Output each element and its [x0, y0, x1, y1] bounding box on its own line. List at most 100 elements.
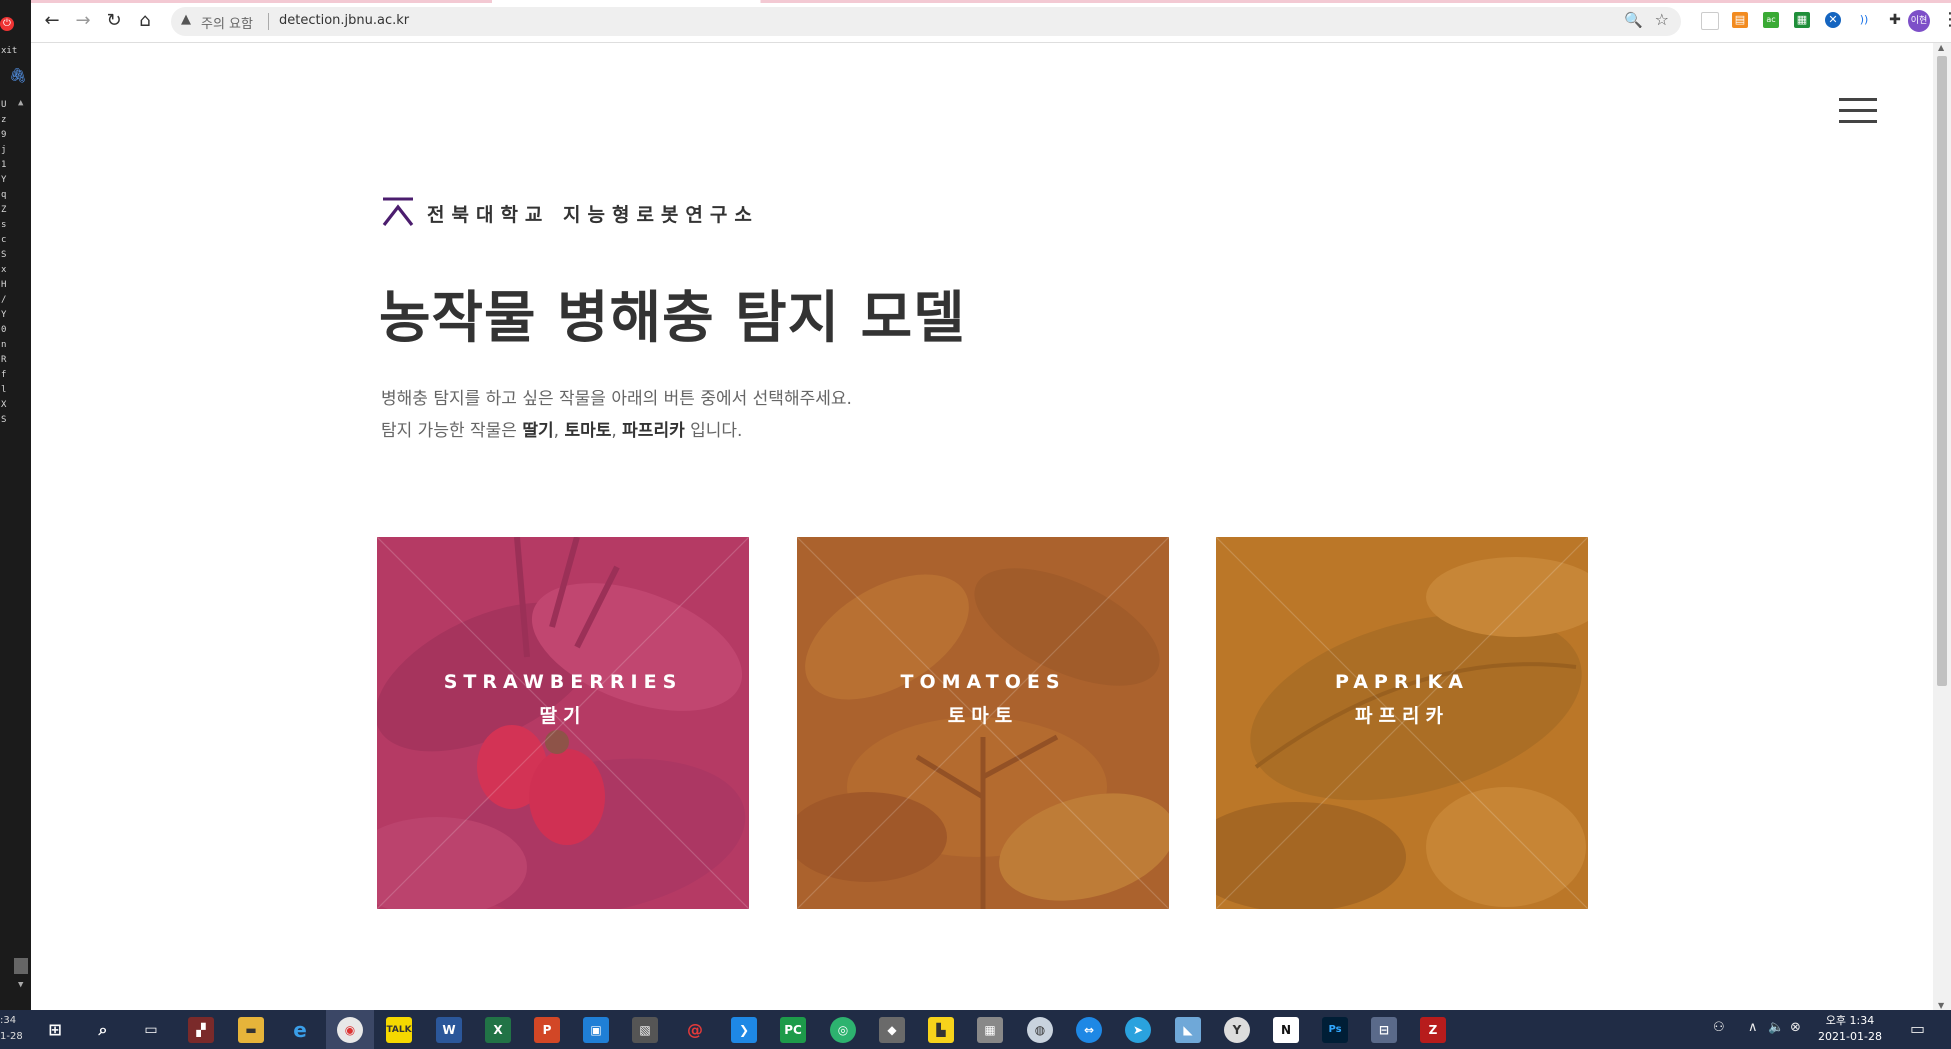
extension-green-icon[interactable]: ac — [1763, 12, 1779, 28]
zoom-icon[interactable]: 🔍 — [1624, 11, 1643, 29]
people-icon[interactable]: ⚇ — [1713, 1020, 1725, 1035]
strip-letter: H — [1, 280, 7, 290]
power-icon[interactable]: ⏻ — [0, 17, 14, 31]
scroll-down-icon[interactable]: ▼ — [18, 980, 23, 990]
comma-1: , — [553, 421, 565, 441]
intro-suffix: 입니다. — [684, 421, 743, 441]
card-subtitle: 토마토 — [947, 705, 1019, 727]
clock-date: 2021-01-28 — [1818, 1030, 1882, 1043]
strip-letter: 0 — [1, 325, 7, 335]
telegram-icon[interactable]: ➤ — [1125, 1017, 1151, 1043]
scroll-down-arrow-icon[interactable]: ▼ — [1938, 1001, 1944, 1010]
profile-avatar[interactable]: 이현 — [1908, 10, 1930, 32]
address-bar[interactable]: ▲ 주의 요함 detection.jbnu.ac.kr 🔍 ☆ — [171, 7, 1681, 36]
extensions-puzzle-icon[interactable]: ✚ — [1887, 12, 1903, 28]
filezilla-icon[interactable]: Z — [1420, 1017, 1446, 1043]
powerpoint-icon[interactable]: P — [534, 1017, 560, 1043]
reload-button[interactable]: ↻ — [102, 9, 126, 33]
extension-blue-icon[interactable]: ✕ — [1825, 12, 1841, 28]
strip-letter: l — [1, 385, 7, 395]
word-icon[interactable]: W — [436, 1017, 462, 1043]
snail-app-icon[interactable]: @ — [682, 1017, 708, 1043]
card-title: PAPRIKA — [1335, 671, 1469, 693]
strip-letter: 1 — [1, 160, 7, 170]
notification-icon[interactable]: ▭ — [1910, 1019, 1925, 1038]
warning-icon[interactable]: ▲ — [181, 12, 191, 27]
bookmark-star-icon[interactable]: ☆ — [1655, 10, 1669, 29]
page-viewport: 전북대학교 지능형로봇연구소 농작물 병해충 탐지 모델 병해충 탐지를 하고 … — [31, 43, 1933, 1010]
strip-letter: f — [1, 370, 7, 380]
strip-letter: Z — [1, 205, 7, 215]
strip-letter: X — [1, 400, 7, 410]
extension-orange-icon[interactable]: ▤ — [1732, 12, 1748, 28]
git-app-icon[interactable]: ◆ — [879, 1017, 905, 1043]
home-button[interactable]: ⌂ — [133, 9, 157, 33]
strip-letter: U — [1, 100, 7, 110]
strip-letter: c — [1, 235, 7, 245]
internet-explorer-icon[interactable]: e — [287, 1017, 313, 1043]
security-status[interactable]: 주의 요함 — [201, 13, 253, 32]
file-explorer-icon[interactable]: ▬ — [238, 1017, 264, 1043]
strip-letter: S — [1, 415, 7, 425]
kakaotalk-icon[interactable]: TALK — [386, 1017, 412, 1043]
intro-line-2: 탐지 가능한 작물은 딸기, 토마토, 파프리카 입니다. — [381, 415, 852, 447]
strip-letter: / — [1, 295, 7, 305]
page-scrollbar[interactable]: ▲ ▼ — [1933, 43, 1951, 1010]
pycharm-icon[interactable]: PC — [780, 1017, 806, 1043]
scrollbar-thumb[interactable] — [1937, 56, 1947, 686]
teamviewer-icon[interactable]: ⇔ — [1076, 1017, 1102, 1043]
maps-app-icon[interactable]: ◎ — [830, 1017, 856, 1043]
back-button[interactable]: ← — [40, 9, 64, 33]
network-status-icon[interactable]: ⊗ — [1790, 1020, 1801, 1035]
strip-letter: 9 — [1, 130, 7, 140]
extension-blank-icon[interactable] — [1701, 12, 1719, 30]
yandex-icon[interactable]: Y — [1224, 1017, 1250, 1043]
paperclip-icon[interactable]: 🖇 — [9, 68, 27, 86]
screen-tool-icon[interactable]: ▧ — [632, 1017, 658, 1043]
card-strawberries[interactable]: STRAWBERRIES 딸기 — [377, 537, 749, 909]
cast-icon[interactable]: )) — [1856, 12, 1872, 28]
page-title: 농작물 병해충 탐지 모델 — [379, 286, 966, 351]
strip-letter: Y — [1, 175, 7, 185]
scroll-up-icon[interactable]: ▲ — [18, 98, 23, 108]
left-clock: :34 1-28 — [0, 1013, 23, 1045]
url-text[interactable]: detection.jbnu.ac.kr — [279, 13, 409, 28]
calculator-icon[interactable]: ▦ — [977, 1017, 1003, 1043]
chrome-icon[interactable]: ◉ — [337, 1017, 363, 1043]
excel-icon[interactable]: X — [485, 1017, 511, 1043]
hamburger-menu-icon[interactable] — [1839, 98, 1877, 124]
strip-scroll-thumb[interactable] — [14, 958, 28, 974]
strip-letter: S — [1, 250, 7, 260]
card-paprika[interactable]: PAPRIKA 파프리카 — [1216, 537, 1588, 909]
search-icon[interactable]: ⌕ — [90, 1017, 116, 1043]
crop-tomato-label: 토마토 — [564, 421, 612, 441]
app-blue-icon[interactable]: ▣ — [583, 1017, 609, 1043]
card-tomatoes[interactable]: TOMATOES 토마토 — [797, 537, 1169, 909]
strip-letter: x — [1, 265, 7, 275]
browser-menu-icon[interactable]: ⋮ — [1941, 9, 1951, 30]
volume-icon[interactable]: 🔈 — [1768, 1020, 1784, 1035]
app-oval-icon[interactable]: ◍ — [1027, 1017, 1053, 1043]
app-pixel-icon[interactable]: ▞ — [188, 1017, 214, 1043]
intro-prefix: 탐지 가능한 작물은 — [381, 421, 523, 441]
sheets-icon[interactable]: ▦ — [1794, 12, 1810, 28]
task-view-icon[interactable]: ▭ — [138, 1017, 164, 1043]
notion-icon[interactable]: N — [1273, 1017, 1299, 1043]
scroll-up-arrow-icon[interactable]: ▲ — [1938, 43, 1944, 52]
crop-strawberry-label: 딸기 — [522, 421, 554, 441]
exit-label: xit — [1, 46, 18, 56]
windows-start-icon[interactable]: ⊞ — [42, 1017, 68, 1043]
card-subtitle: 파프리카 — [1355, 705, 1449, 727]
strip-letter: s — [1, 220, 7, 230]
sticky-notes-icon[interactable]: ▙ — [928, 1017, 954, 1043]
network-app-icon[interactable]: ⊟ — [1371, 1017, 1397, 1043]
app-light-blue-icon[interactable]: ◣ — [1175, 1017, 1201, 1043]
strip-letter: R — [1, 355, 7, 365]
forward-button[interactable]: → — [71, 9, 95, 33]
photoshop-icon[interactable]: Ps — [1322, 1017, 1348, 1043]
system-clock[interactable]: 오후 1:34 2021-01-28 — [1810, 1013, 1890, 1045]
comma-2: , — [611, 421, 623, 441]
vscode-icon[interactable]: ❯ — [731, 1017, 757, 1043]
lab-logo-icon — [382, 197, 414, 226]
tray-expand-icon[interactable]: ∧ — [1748, 1020, 1758, 1035]
